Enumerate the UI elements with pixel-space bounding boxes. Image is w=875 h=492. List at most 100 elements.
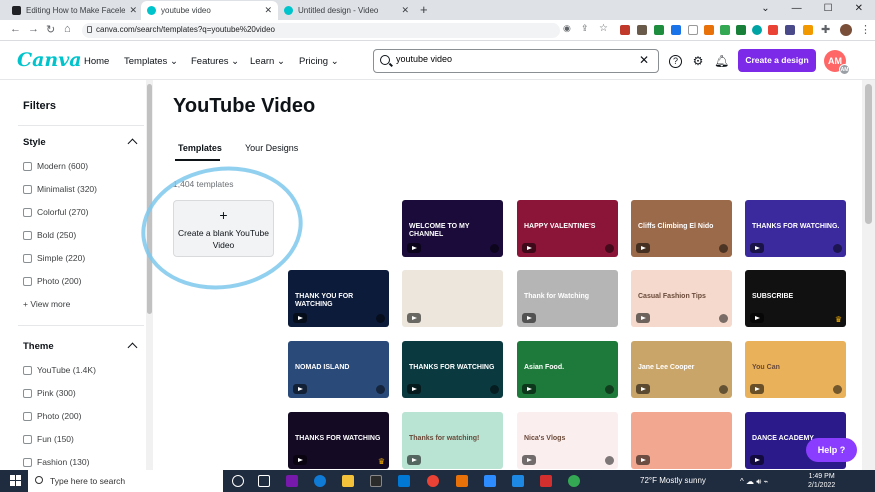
new-tab-button[interactable]: +: [420, 2, 428, 17]
template-tile[interactable]: [402, 270, 503, 327]
search-input[interactable]: [396, 54, 626, 64]
checkbox[interactable]: [23, 184, 32, 194]
extension-icon[interactable]: [720, 25, 730, 35]
eye-icon[interactable]: ◉: [563, 23, 571, 34]
template-tile[interactable]: Nica's Vlogs: [517, 412, 618, 469]
filter-option[interactable]: Pink (300): [23, 388, 76, 398]
zoom-icon[interactable]: [484, 475, 496, 487]
app-icon[interactable]: [456, 475, 468, 487]
tab-your-designs[interactable]: Your Designs: [245, 143, 298, 153]
checkbox[interactable]: [23, 207, 32, 217]
extension-icon[interactable]: [637, 25, 647, 35]
extension-icon[interactable]: [704, 25, 714, 35]
extension-icon[interactable]: [688, 25, 698, 35]
filter-option[interactable]: Photo (200): [23, 411, 81, 421]
close-window-icon[interactable]: ✕: [855, 3, 863, 14]
checkbox[interactable]: [23, 253, 32, 263]
main-scrollbar[interactable]: [862, 80, 875, 470]
template-tile[interactable]: THANKS FOR WATCHING.: [745, 200, 846, 257]
filter-option[interactable]: Minimalist (320): [23, 184, 97, 194]
mail-icon[interactable]: [398, 475, 410, 487]
windows-start-icon[interactable]: [10, 475, 22, 487]
template-tile[interactable]: HAPPY VALENTINE'S: [517, 200, 618, 257]
template-tile[interactable]: [631, 412, 732, 469]
filter-option[interactable]: Fun (150): [23, 434, 74, 444]
nav-home[interactable]: Home: [84, 56, 109, 67]
help-button[interactable]: Help ?: [806, 438, 857, 462]
template-tile[interactable]: Cliffs Climbing El Nido: [631, 200, 732, 257]
extension-icon[interactable]: [736, 25, 746, 35]
extension-icon[interactable]: [620, 25, 630, 35]
home-icon[interactable]: ⌂: [64, 23, 71, 35]
extension-icon[interactable]: [768, 25, 778, 35]
scrollbar-thumb[interactable]: [865, 84, 872, 224]
extension-icon[interactable]: [671, 25, 681, 35]
template-tile[interactable]: WELCOME TO MY CHANNEL: [402, 200, 503, 257]
create-design-button[interactable]: Create a design: [738, 49, 816, 72]
close-tab-icon[interactable]: ✕: [129, 5, 137, 16]
extension-icon[interactable]: [803, 25, 813, 35]
reload-icon[interactable]: ↻: [46, 23, 55, 36]
url-field[interactable]: canva.com/search/templates?q=youtube%20v…: [82, 23, 560, 38]
maximize-icon[interactable]: ☐: [824, 3, 833, 14]
scrollbar-thumb[interactable]: [147, 84, 152, 314]
system-tray[interactable]: ^ ☁ 🔊︎ ⌁: [740, 477, 768, 487]
theme-heading[interactable]: Theme: [23, 341, 54, 352]
filter-option[interactable]: Modern (600): [23, 161, 88, 171]
checkbox[interactable]: [23, 276, 32, 286]
search-box[interactable]: ✕: [373, 49, 659, 73]
file-explorer-icon[interactable]: [342, 475, 354, 487]
template-tile[interactable]: THANK YOU FOR WATCHING: [288, 270, 389, 327]
edge-icon[interactable]: [314, 475, 326, 487]
checkbox[interactable]: [23, 161, 32, 171]
back-icon[interactable]: ←: [10, 23, 21, 35]
template-tile[interactable]: NOMAD ISLAND: [288, 341, 389, 398]
tab-editing[interactable]: Editing How to Make Faceless Yo ✕: [6, 1, 143, 20]
share-icon[interactable]: ⇪: [581, 23, 589, 34]
app-icon[interactable]: [540, 475, 552, 487]
nav-pricing[interactable]: Pricing ⌄: [299, 56, 339, 67]
onenote-icon[interactable]: [286, 475, 298, 487]
clear-search-icon[interactable]: ✕: [639, 53, 649, 67]
clock[interactable]: 1:49 PM 2/1/2022: [808, 472, 835, 490]
app-icon[interactable]: [568, 475, 580, 487]
gear-icon[interactable]: ⚙: [691, 54, 705, 68]
tab-untitled-design[interactable]: Untitled design - Video ✕: [278, 1, 415, 20]
filter-option[interactable]: Bold (250): [23, 230, 76, 240]
tab-youtube-video[interactable]: youtube video ✕: [141, 1, 278, 20]
checkbox[interactable]: [23, 457, 32, 467]
chevron-up-icon[interactable]: [127, 342, 138, 353]
checkbox[interactable]: [23, 388, 32, 398]
sidebar-scrollbar[interactable]: [146, 80, 153, 470]
filter-option[interactable]: Photo (200): [23, 276, 81, 286]
template-tile[interactable]: THANKS FOR WATCHING: [402, 341, 503, 398]
nav-features[interactable]: Features ⌄: [191, 56, 239, 67]
checkbox[interactable]: [23, 230, 32, 240]
extension-icon[interactable]: [752, 25, 762, 35]
taskbar-search[interactable]: Type here to search: [28, 470, 223, 492]
template-tile[interactable]: Casual Fashion Tips: [631, 270, 732, 327]
chevron-down-icon[interactable]: ⌄: [761, 3, 769, 14]
filter-option[interactable]: Fashion (130): [23, 457, 89, 467]
close-tab-icon[interactable]: ✕: [264, 5, 272, 16]
help-icon[interactable]: ?: [669, 55, 682, 68]
weather-widget[interactable]: 72°F Mostly sunny: [640, 476, 706, 485]
template-tile[interactable]: You Can: [745, 341, 846, 398]
nav-learn[interactable]: Learn ⌄: [250, 56, 285, 67]
filter-option[interactable]: YouTube (1.4K): [23, 365, 96, 375]
task-view-icon[interactable]: [258, 475, 270, 487]
template-tile[interactable]: SUBSCRIBE ♛: [745, 270, 846, 327]
user-avatar[interactable]: AM AM: [824, 50, 850, 75]
store-icon[interactable]: [370, 475, 382, 487]
template-tile[interactable]: Jane Lee Cooper: [631, 341, 732, 398]
template-tile[interactable]: THANKS FOR WATCHING ♛: [288, 412, 389, 469]
close-tab-icon[interactable]: ✕: [401, 5, 409, 16]
template-tile[interactable]: Asian Food.: [517, 341, 618, 398]
view-more-link[interactable]: + View more: [23, 299, 70, 309]
canva-logo[interactable]: Canva: [17, 49, 82, 71]
cortana-icon[interactable]: [232, 475, 244, 487]
template-tile[interactable]: Thanks for watching!: [402, 412, 503, 469]
filter-option[interactable]: Colorful (270): [23, 207, 89, 217]
nav-templates[interactable]: Templates ⌄: [124, 56, 178, 67]
forward-icon[interactable]: →: [28, 23, 39, 35]
